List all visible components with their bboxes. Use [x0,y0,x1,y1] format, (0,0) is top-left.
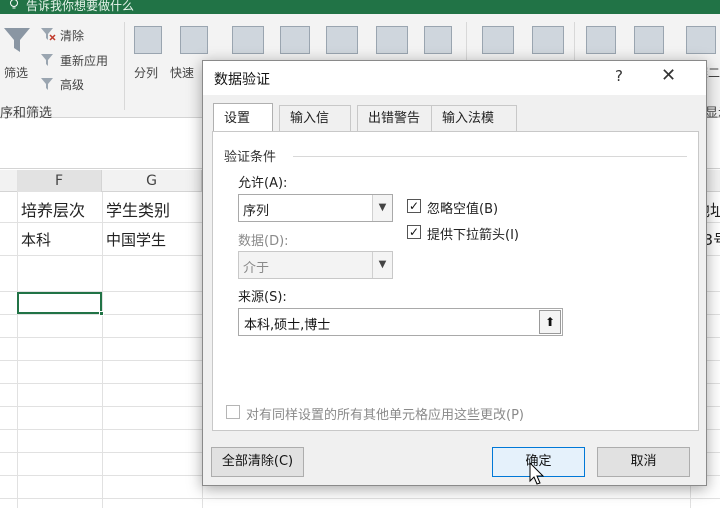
what-if-analysis-icon[interactable] [482,26,514,54]
reapply-button[interactable]: 重新应用 [60,52,108,69]
ignore-blank-checkbox[interactable]: ✓ [407,199,421,213]
consolidate-icon[interactable] [326,26,358,54]
ungroup-icon[interactable] [634,26,664,54]
data-dropdown[interactable]: 介于 ▼ [238,251,393,279]
cell-g2[interactable]: 中国学生 [106,229,166,250]
forecast-sheet-icon[interactable] [532,26,564,54]
selected-cell[interactable] [17,292,104,316]
tab-settings[interactable]: 设置 [213,103,273,131]
text-to-columns-button[interactable]: 分列 [134,64,158,81]
settings-panel: 验证条件 允许(A): 序列 ▼ ✓ 忽略空值(B) ✓ 提供下拉箭头(I) 数… [212,131,699,431]
column-header-f[interactable]: F [17,170,102,192]
apply-all-checkbox[interactable] [226,405,240,419]
advanced-icon [41,78,53,90]
lightbulb-icon [10,0,18,9]
subtotal-icon[interactable] [686,26,716,54]
cancel-button[interactable]: 取消 [597,447,690,477]
relationships-icon[interactable] [376,26,408,54]
column-header-g[interactable]: G [102,170,202,192]
flash-fill-icon[interactable] [180,26,208,54]
flash-fill-button[interactable]: 快速 [170,64,194,81]
data-validation-icon[interactable] [280,26,310,54]
chevron-down-icon[interactable]: ▼ [372,195,392,221]
source-field[interactable]: 本科,硕士,博士 ⬆ [238,308,563,336]
filter-button[interactable]: 筛选 [4,64,28,81]
dialog-title: 数据验证 [214,72,270,88]
mouse-cursor-icon [529,462,545,485]
allow-dropdown[interactable]: 序列 ▼ [238,194,393,222]
chevron-down-icon[interactable]: ▼ [372,252,392,278]
group-divider [293,156,687,157]
source-value: 本科,硕士,博士 [244,318,331,333]
data-value: 介于 [243,261,270,276]
manage-data-model-icon[interactable] [424,26,452,54]
in-cell-dropdown-checkbox[interactable]: ✓ [407,225,421,239]
allow-value: 序列 [243,204,270,219]
allow-label: 允许(A): [238,176,288,191]
cell-f2[interactable]: 本科 [21,229,51,250]
source-label: 来源(S): [238,290,287,305]
text-to-columns-icon[interactable] [134,26,162,54]
clear-all-button[interactable]: 全部清除(C) [211,447,304,477]
fill-handle[interactable] [99,311,104,316]
grid-line [17,170,18,508]
tab-input-message[interactable]: 输入信息 [279,105,351,151]
tab-error-alert[interactable]: 出错警告 [357,105,433,131]
help-button[interactable]: ? [615,67,623,85]
grid-line [102,192,103,508]
collapse-dialog-icon[interactable]: ⬆ [539,310,561,334]
remove-duplicates-icon[interactable] [232,26,264,54]
filter-icon[interactable] [2,26,32,54]
reapply-icon [41,54,53,66]
clear-button[interactable]: 清除 [60,27,84,44]
group-icon[interactable] [586,26,616,54]
validation-criteria-label: 验证条件 [224,150,277,165]
tab-ime-mode[interactable]: 输入法模式 [431,105,517,151]
ribbon-separator [124,22,125,110]
grid-line [0,498,720,499]
data-label: 数据(D): [238,234,289,249]
data-validation-dialog: 数据验证 ? ✕ 设置 输入信息 出错警告 输入法模式 验证条件 允许(A): … [202,60,707,486]
in-cell-dropdown-label[interactable]: 提供下拉箭头(I) [427,224,519,243]
title-bar: 告诉我你想要做什么 [0,0,720,14]
dialog-title-bar[interactable]: 数据验证 ? ✕ [203,61,706,95]
apply-all-label[interactable]: 对有同样设置的所有其他单元格应用这些更改(P) [246,404,524,423]
advanced-button[interactable]: 高级 [60,76,84,93]
ignore-blank-label[interactable]: 忽略空值(B) [427,198,498,217]
cell-f1[interactable]: 培养层次 [21,197,85,221]
close-icon[interactable]: ✕ [661,65,676,86]
clear-filter-icon [41,28,56,41]
cell-g1[interactable]: 学生类别 [106,197,170,221]
tell-me-box[interactable]: 告诉我你想要做什么 [26,0,134,14]
